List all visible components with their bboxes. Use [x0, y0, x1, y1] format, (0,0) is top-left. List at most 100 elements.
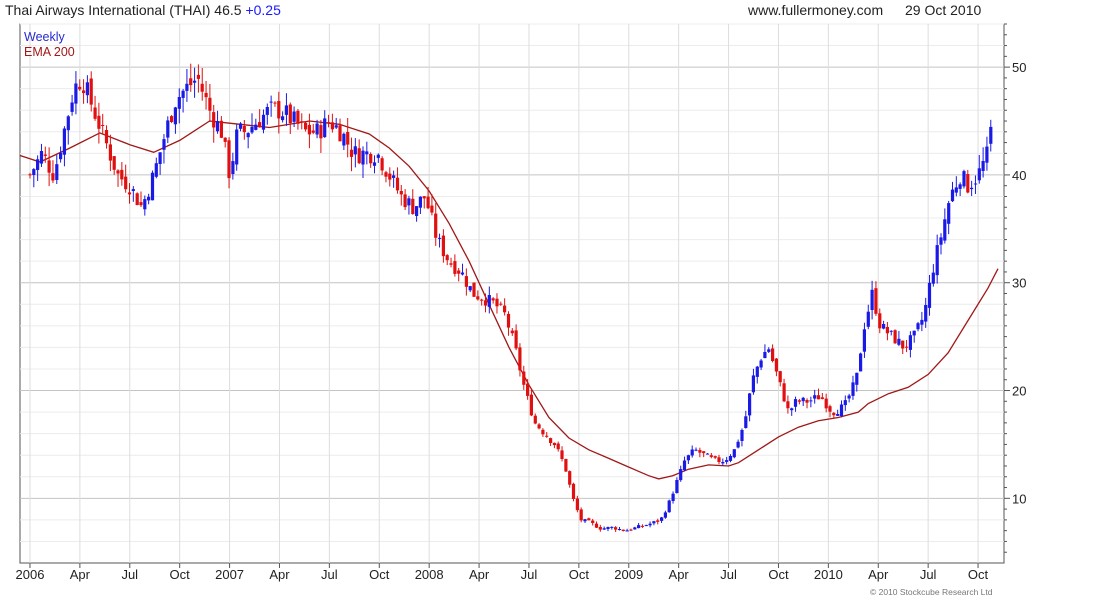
candle-body	[640, 525, 644, 527]
candle-body	[755, 366, 759, 377]
candle-body	[281, 116, 285, 121]
candle-body	[713, 456, 717, 458]
legend-ema: EMA 200	[24, 45, 75, 59]
candle-body	[786, 401, 790, 409]
candle-body	[924, 305, 928, 322]
candle-body	[591, 520, 595, 523]
candle-body	[667, 500, 671, 513]
candle-body	[816, 395, 821, 400]
candle-body	[970, 187, 974, 190]
candle-body	[384, 172, 388, 177]
candle-body	[208, 97, 212, 111]
candle-body	[954, 187, 958, 193]
candle-body	[748, 393, 752, 416]
candle-body	[215, 121, 220, 132]
candle-body	[438, 237, 442, 239]
candle-body	[51, 173, 55, 181]
candle-body	[740, 430, 744, 441]
candle-body	[614, 527, 618, 530]
candle-body	[388, 173, 392, 180]
candle-body	[832, 412, 836, 416]
x-tick-label: 2007	[215, 567, 244, 582]
candle-body	[430, 205, 434, 213]
candle-body	[549, 438, 553, 443]
candle-body	[671, 493, 675, 501]
candle-body	[166, 120, 170, 138]
candle-body	[568, 471, 572, 485]
candle-body	[158, 152, 162, 164]
candle-body	[93, 107, 97, 119]
candle-body	[193, 80, 197, 83]
x-tick-label: Oct	[968, 567, 989, 582]
x-tick-label: Apr	[669, 567, 690, 582]
candle-body	[629, 529, 633, 531]
candle-body	[686, 455, 690, 461]
candle-body	[587, 518, 591, 521]
candle-body	[185, 83, 189, 91]
candle-body	[162, 139, 166, 150]
candle-body	[445, 255, 449, 261]
candle-body	[571, 483, 576, 499]
candle-body	[495, 298, 499, 307]
candle-body	[181, 90, 185, 98]
candle-body	[139, 202, 143, 206]
candle-body	[464, 276, 468, 287]
candle-body	[579, 509, 583, 521]
candle-body	[269, 101, 273, 103]
candle-body	[625, 530, 629, 532]
candle-body	[66, 116, 70, 131]
candle-body	[763, 352, 767, 359]
candle-body	[943, 219, 947, 241]
candle-body	[947, 203, 951, 224]
candle-body	[353, 146, 357, 155]
candle-body	[472, 282, 476, 297]
candle-body	[307, 124, 311, 135]
candle-body	[617, 529, 622, 530]
candle-body	[177, 97, 181, 109]
x-tick-label: Oct	[170, 567, 191, 582]
candle-body	[717, 457, 721, 462]
candle-body	[878, 313, 882, 329]
x-tick-label: Oct	[768, 567, 789, 582]
candle-body	[334, 125, 338, 128]
candle-body	[342, 133, 346, 146]
candle-body	[797, 400, 801, 402]
x-tick-label: Apr	[70, 567, 91, 582]
candle-body	[124, 176, 128, 190]
candle-body	[499, 303, 503, 305]
candle-body	[97, 115, 101, 129]
candle-body	[227, 140, 231, 179]
candle-body	[315, 123, 319, 135]
candle-body	[690, 449, 694, 456]
candle-body	[989, 126, 993, 144]
candle-body	[522, 371, 526, 385]
candle-body	[277, 101, 281, 119]
candle-body	[575, 498, 579, 511]
candle-body	[62, 128, 66, 155]
candle-body	[602, 528, 606, 530]
y-tick-label: 50	[1012, 60, 1026, 75]
candle-body	[977, 168, 981, 181]
x-tick-label: Apr	[469, 567, 490, 582]
candle-body	[506, 313, 511, 328]
candle-body	[196, 74, 200, 79]
grid-lines	[19, 23, 1005, 564]
candle-body	[219, 120, 223, 138]
x-tick-label: 2009	[614, 567, 643, 582]
plot-area	[19, 23, 1005, 564]
candle-body	[491, 298, 495, 301]
candle-body	[235, 129, 239, 165]
candle-body	[973, 183, 978, 185]
candle-body	[556, 443, 560, 450]
candle-body	[935, 245, 939, 276]
candle-body	[813, 395, 817, 399]
candle-body	[39, 151, 44, 164]
candle-body	[908, 335, 912, 350]
candle-body	[774, 358, 778, 372]
candle-body	[143, 199, 147, 210]
candle-body	[560, 450, 564, 459]
y-tick-label: 40	[1012, 168, 1026, 183]
candle-body	[292, 111, 296, 122]
candle-body	[950, 189, 955, 202]
candle-body	[805, 400, 809, 403]
